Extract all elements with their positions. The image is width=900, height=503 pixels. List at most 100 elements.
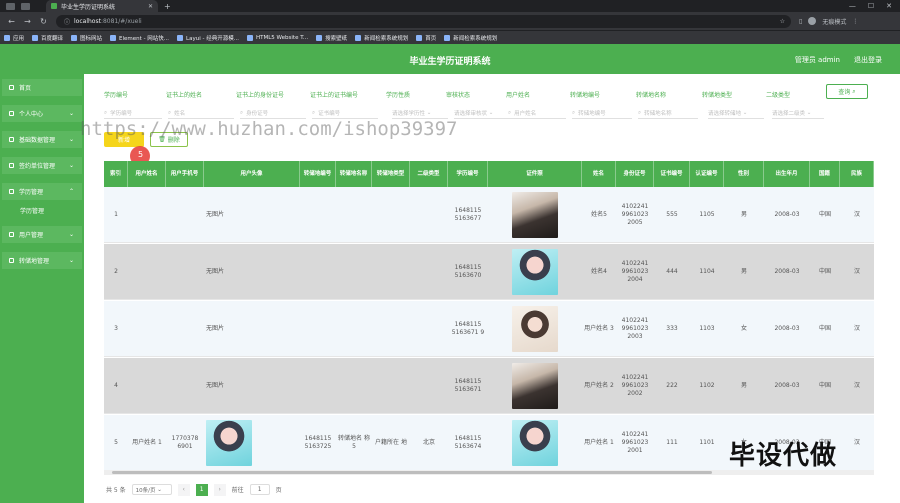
chevron-down-icon: ⌄: [805, 110, 812, 116]
window-menu-icon[interactable]: [6, 2, 15, 10]
bookmark-item[interactable]: 图标网站: [71, 34, 102, 42]
incognito-avatar-icon[interactable]: [808, 17, 817, 25]
reload-icon[interactable]: ↻: [39, 17, 48, 26]
sidebar-item-dump-site[interactable]: 转储地管理 ⌄: [2, 252, 82, 269]
goto-label: 前往: [231, 487, 244, 494]
cell-cert-no: 333: [666, 325, 678, 332]
bookmark-star-icon[interactable]: ☆: [780, 18, 785, 25]
forward-icon[interactable]: →: [23, 17, 32, 26]
next-page-button[interactable]: ›: [213, 483, 226, 496]
bookmark-item[interactable]: 新闻检索系统规划: [355, 34, 408, 42]
chevron-down-icon: ⌄: [157, 486, 162, 493]
maximize-icon[interactable]: ☐: [868, 2, 874, 10]
close-tab-icon[interactable]: ✕: [148, 3, 153, 10]
sidebar-item-home[interactable]: 首页: [2, 79, 82, 96]
table-row[interactable]: 1 无图片 1648115 5163677 姓名5 4102241 9961023 20…: [104, 187, 874, 243]
column-header-sub-type: 二级类型: [410, 161, 448, 187]
sidebar-item-education[interactable]: 学历管理 ⌃: [2, 183, 82, 200]
bookmark-item[interactable]: 新闻检索系统规划: [444, 34, 497, 42]
minimize-icon[interactable]: —: [849, 2, 856, 10]
tab-search-icon[interactable]: [21, 2, 30, 10]
cell-index: 1: [114, 211, 118, 218]
cell-edu-no: 1648115 5163671: [454, 378, 482, 393]
stamp-text: 毕设代做: [729, 441, 838, 471]
sidebar-subitem-education[interactable]: 学历管理: [2, 203, 82, 217]
cell-cert-no: 444: [666, 268, 678, 275]
id-photo-image[interactable]: [512, 249, 558, 295]
close-window-icon[interactable]: ✕: [886, 2, 892, 10]
page-size-select[interactable]: 10条/页 ⌄: [131, 484, 172, 495]
sidebar-item-users[interactable]: 用户管理 ⌄: [2, 226, 82, 243]
chevron-down-icon: ⌄: [68, 136, 74, 143]
bookmark-favicon-icon: [416, 34, 423, 41]
cell-ethnic: 汉: [853, 325, 860, 332]
cell-avatar: 无图片: [206, 382, 225, 389]
cell-user-name: 用户姓名 1: [132, 439, 162, 446]
cell-edu-no: 1648115 5163671 9: [451, 321, 485, 336]
avatar-image[interactable]: [206, 420, 252, 466]
prev-page-button[interactable]: ‹: [177, 483, 190, 496]
menu-icon: [9, 232, 14, 237]
column-header-user-name: 用户姓名: [128, 161, 166, 187]
scrollbar-thumb[interactable]: [112, 471, 712, 474]
page-button[interactable]: 1: [195, 483, 208, 496]
bookmark-item[interactable]: 首页: [416, 34, 436, 42]
bookmark-item[interactable]: Element - 网站快...: [110, 34, 169, 42]
query-button[interactable]: 查询 ⌕: [826, 84, 868, 99]
search-icon: ⌕: [638, 109, 642, 116]
table-row[interactable]: 4 无图片 1648115 5163671 用户姓名 2 4102241 9961023…: [104, 358, 874, 414]
bookmark-item[interactable]: HTML5 Website T...: [246, 34, 308, 41]
chevron-down-icon: ⌄: [741, 110, 748, 116]
cell-dump-name: [336, 244, 372, 300]
sidepanel-icon[interactable]: ▯: [799, 18, 802, 25]
cell-gender: 男: [740, 268, 747, 275]
browser-tab[interactable]: 毕业生学历证明系统 ✕: [46, 0, 158, 12]
sidebar-item-profile[interactable]: 个人中心 ⌄: [2, 105, 82, 122]
cell-name: 用户姓名 3: [584, 325, 614, 332]
table-row[interactable]: 3 无图片 1648115 5163671 9 用户姓名 3 4102241 99610…: [104, 301, 874, 357]
more-menu-icon[interactable]: ⋮: [852, 18, 858, 25]
cell-photo: [488, 415, 582, 471]
new-tab-button[interactable]: +: [164, 2, 171, 11]
sidebar-item-contract-unit[interactable]: 签约单位管理 ⌄: [2, 157, 82, 174]
bookmark-item[interactable]: 搜索壁纸: [316, 34, 347, 42]
bookmark-item[interactable]: 应用: [4, 34, 24, 42]
column-header-ethnic: 民族: [840, 161, 874, 187]
filter-label: 用户姓名: [506, 92, 531, 99]
tab-title: 毕业生学历证明系统: [61, 3, 116, 11]
filter-sub-type-select[interactable]: 请选择二级类 ⌄: [772, 108, 824, 119]
cell-nation: 中国: [818, 211, 831, 218]
address-bar[interactable]: ⓘ localhost :8081/#/xueli ☆: [56, 14, 791, 28]
sidebar-item-basic-data[interactable]: 基础数据管理 ⌄: [2, 131, 82, 148]
id-photo-image[interactable]: [512, 420, 558, 466]
filter-dump-name-input[interactable]: ⌕ 转储地名称: [638, 108, 698, 119]
profile-label[interactable]: 无痕模式: [822, 17, 846, 26]
info-icon[interactable]: ⓘ: [64, 17, 70, 26]
search-icon: ⌕: [168, 109, 172, 116]
table-row[interactable]: 2 无图片 1648115 5163670 姓名4 4102241 9961023 20…: [104, 244, 874, 300]
id-photo-image[interactable]: [512, 192, 558, 238]
cell-photo: [488, 301, 582, 357]
column-header-dump-name: 转储地名称: [336, 161, 372, 187]
id-photo-image[interactable]: [512, 306, 558, 352]
bookmark-item[interactable]: 百度翻译: [32, 34, 63, 42]
bookmark-favicon-icon: [177, 34, 184, 41]
bookmark-item[interactable]: Layui - 经典开源模...: [177, 34, 239, 42]
filter-audit-select[interactable]: 请选择审核状 ⌄: [454, 108, 510, 119]
cell-phone: [166, 358, 204, 414]
cell-dump-type: [372, 244, 410, 300]
apps-icon: [4, 34, 10, 41]
cell-dump-name: [336, 301, 372, 357]
cell-index: 2: [114, 268, 118, 275]
cell-user-name: [128, 187, 166, 243]
id-photo-image[interactable]: [512, 363, 558, 409]
column-header-auth-no: 认证编号: [690, 161, 724, 187]
url-path: :8081/#/xueli: [100, 17, 142, 25]
goto-page-input[interactable]: 1: [249, 484, 270, 495]
filter-dump-type-select[interactable]: 请选择转储地 ⌄: [708, 108, 764, 119]
cell-dump-no: 1648115 5163725: [304, 435, 332, 450]
logout-link[interactable]: 退出登录: [854, 55, 882, 65]
filter-user-name-input[interactable]: ⌕ 用户姓名: [508, 108, 566, 119]
filter-dump-no-input[interactable]: ⌕ 转储地编号: [572, 108, 632, 119]
back-icon[interactable]: ←: [7, 17, 16, 26]
